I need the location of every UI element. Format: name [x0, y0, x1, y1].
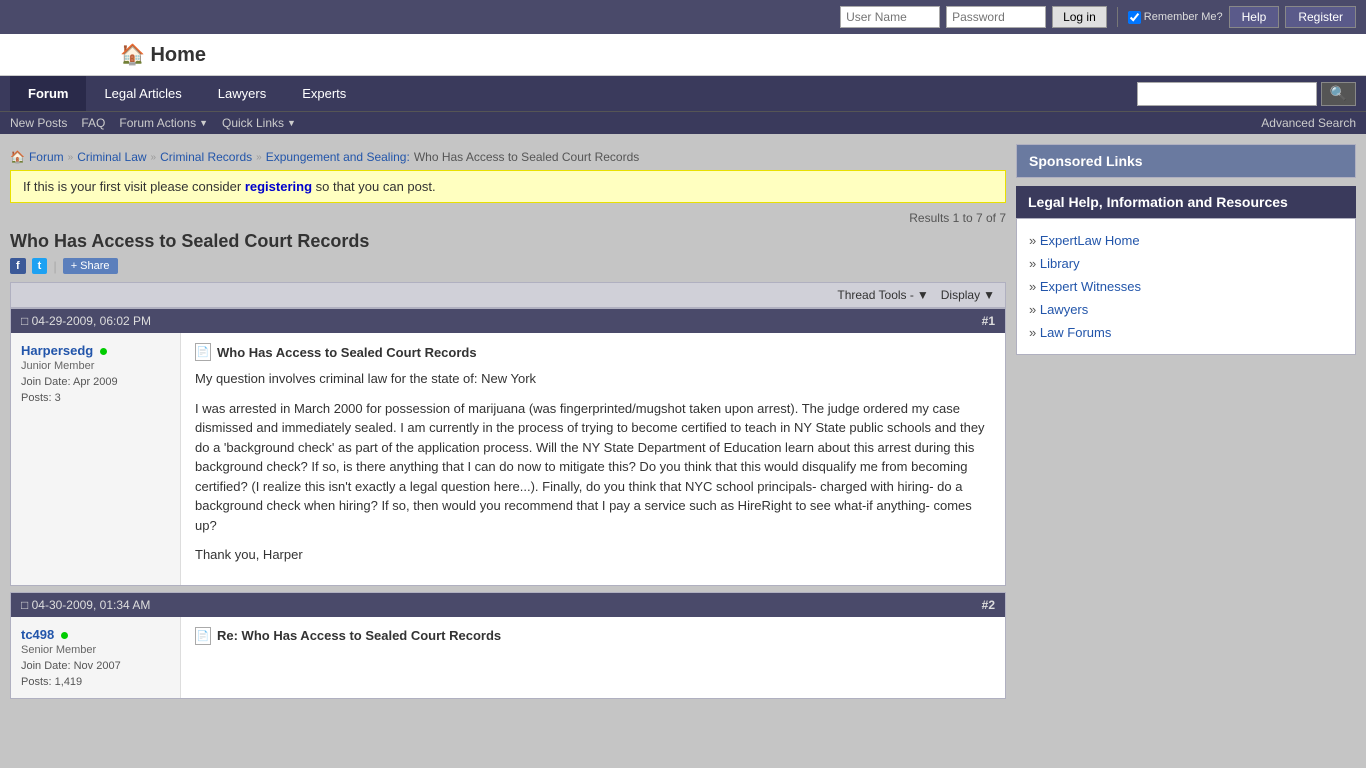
home-icon: 🏠 [10, 150, 25, 164]
post-1-rank: Junior Member [21, 360, 170, 372]
nav-tab-experts[interactable]: Experts [284, 76, 364, 111]
legal-link-library[interactable]: Library [1029, 252, 1343, 275]
share-separator: | [53, 259, 56, 274]
nav-search-input[interactable] [1137, 82, 1317, 106]
quick-links-dropdown[interactable]: Quick Links ▼ [222, 116, 296, 130]
sponsored-header: Sponsored Links [1017, 145, 1355, 177]
display-arrow-icon: ▼ [983, 288, 995, 302]
sidebar: Sponsored Links Legal Help, Information … [1016, 144, 1356, 705]
logo-bar: 🏠 Home [0, 34, 1366, 76]
first-visit-text-after: so that you can post. [316, 179, 436, 194]
breadcrumb-expungement[interactable]: Expungement and Sealing: [266, 150, 410, 164]
legal-link-expertlaw-home[interactable]: ExpertLaw Home [1029, 229, 1343, 252]
post-2-rank: Senior Member [21, 644, 170, 656]
share-button[interactable]: + Share [63, 258, 118, 274]
main-wrapper: 🏠 Forum » Criminal Law » Criminal Record… [0, 134, 1366, 715]
plus-icon: + [71, 260, 77, 272]
legal-link-law-forums[interactable]: Law Forums [1029, 321, 1343, 344]
login-button[interactable]: Log in [1052, 6, 1107, 28]
thread-tools-bar: Thread Tools - ▼ Display ▼ [10, 282, 1006, 308]
nav-bar: Forum Legal Articles Lawyers Experts 🔍 [0, 76, 1366, 111]
faq-link[interactable]: FAQ [81, 116, 105, 130]
post-2-date: □ 04-30-2009, 01:34 AM [21, 598, 150, 612]
post-2-online-indicator [61, 632, 68, 639]
post-1-user-info: Harpersedg Junior Member Join Date: Apr … [11, 333, 181, 585]
post-1-join-date: Join Date: Apr 2009 [21, 376, 170, 388]
post-2-num: #2 [982, 598, 995, 612]
post-2-header: □ 04-30-2009, 01:34 AM #2 [11, 593, 1005, 617]
post-1-online-indicator [100, 348, 107, 355]
breadcrumb-criminal-law[interactable]: Criminal Law [77, 150, 146, 164]
post-1-num: #1 [982, 314, 995, 328]
legal-help-header: Legal Help, Information and Resources [1016, 186, 1356, 218]
remember-me-label: Remember Me? [1128, 11, 1223, 24]
display-dropdown[interactable]: Display ▼ [941, 288, 995, 302]
register-button[interactable]: Register [1285, 6, 1356, 28]
forum-actions-dropdown[interactable]: Forum Actions ▼ [119, 116, 208, 130]
breadcrumb-criminal-records[interactable]: Criminal Records [160, 150, 252, 164]
twitter-share-button[interactable]: t [32, 258, 48, 274]
post-1-text: My question involves criminal law for th… [195, 369, 991, 565]
post-2-user-info: tc498 Senior Member Join Date: Nov 2007 … [11, 617, 181, 698]
breadcrumb-sep-1: » [68, 152, 74, 163]
help-button[interactable]: Help [1229, 6, 1280, 28]
breadcrumb: 🏠 Forum » Criminal Law » Criminal Record… [10, 144, 1006, 170]
thread-tools-dropdown[interactable]: Thread Tools - ▼ [837, 288, 928, 302]
nav-search-button[interactable]: 🔍 [1321, 82, 1356, 106]
password-input[interactable] [946, 6, 1046, 28]
breadcrumb-sep-3: » [256, 152, 262, 163]
first-visit-text-before: If this is your first visit please consi… [23, 179, 241, 194]
post-2-username[interactable]: tc498 [21, 627, 54, 642]
results-info: Results 1 to 7 of 7 [10, 211, 1006, 225]
sub-nav: New Posts FAQ Forum Actions ▼ Quick Link… [0, 111, 1366, 134]
content-area: 🏠 Forum » Criminal Law » Criminal Record… [10, 144, 1006, 705]
top-bar: Log in Remember Me? Help Register [0, 0, 1366, 34]
facebook-share-button[interactable]: f [10, 258, 26, 274]
post-2-content: 📄 Re: Who Has Access to Sealed Court Rec… [181, 617, 1005, 698]
advanced-search-link[interactable]: Advanced Search [1261, 116, 1356, 130]
doc-icon: 📄 [195, 343, 211, 361]
first-visit-notice: If this is your first visit please consi… [10, 170, 1006, 203]
post-2: □ 04-30-2009, 01:34 AM #2 tc498 Senior M… [10, 592, 1006, 699]
doc-icon-2: 📄 [195, 627, 211, 645]
post-2-posts-count: Posts: 1,419 [21, 676, 170, 688]
post-2-join-date: Join Date: Nov 2007 [21, 660, 170, 672]
username-input[interactable] [840, 6, 940, 28]
nav-search-area: 🔍 [1137, 82, 1356, 106]
nav-tab-lawyers[interactable]: Lawyers [200, 76, 284, 111]
legal-help-content: ExpertLaw Home Library Expert Witnesses … [1016, 218, 1356, 355]
thread-title: Who Has Access to Sealed Court Records [10, 231, 1006, 252]
post-1-posts-count: Posts: 3 [21, 392, 170, 404]
breadcrumb-forum[interactable]: Forum [29, 150, 64, 164]
remember-me-checkbox[interactable] [1128, 11, 1141, 24]
site-logo: 🏠 Home [120, 44, 206, 66]
post-2-title: 📄 Re: Who Has Access to Sealed Court Rec… [195, 627, 991, 645]
legal-link-expert-witnesses[interactable]: Expert Witnesses [1029, 275, 1343, 298]
post-2-old-icon: □ [21, 598, 28, 612]
quick-links-arrow-icon: ▼ [287, 118, 296, 128]
thread-title-area: Who Has Access to Sealed Court Records f… [10, 231, 1006, 274]
post-1-date: □ 04-29-2009, 06:02 PM [21, 314, 151, 328]
post-1-old-icon: □ [21, 314, 28, 328]
registering-link[interactable]: registering [245, 179, 312, 194]
breadcrumb-sep-2: » [151, 152, 157, 163]
sponsored-box: Sponsored Links [1016, 144, 1356, 178]
post-1: □ 04-29-2009, 06:02 PM #1 Harpersedg Jun… [10, 308, 1006, 586]
results-text: Results 1 to 7 of 7 [909, 211, 1006, 225]
new-posts-link[interactable]: New Posts [10, 116, 67, 130]
nav-tab-legal-articles[interactable]: Legal Articles [86, 76, 199, 111]
post-1-username[interactable]: Harpersedg [21, 343, 93, 358]
thread-tools-arrow-icon: ▼ [917, 288, 929, 302]
post-1-title: 📄 Who Has Access to Sealed Court Records [195, 343, 991, 361]
post-1-body: Harpersedg Junior Member Join Date: Apr … [11, 333, 1005, 585]
share-bar: f t | + Share [10, 258, 1006, 274]
post-1-content: 📄 Who Has Access to Sealed Court Records… [181, 333, 1005, 585]
post-2-body: tc498 Senior Member Join Date: Nov 2007 … [11, 617, 1005, 698]
nav-tab-forum[interactable]: Forum [10, 76, 86, 111]
breadcrumb-current: Who Has Access to Sealed Court Records [414, 150, 639, 164]
post-1-header: □ 04-29-2009, 06:02 PM #1 [11, 309, 1005, 333]
forum-actions-arrow-icon: ▼ [199, 118, 208, 128]
legal-link-lawyers[interactable]: Lawyers [1029, 298, 1343, 321]
